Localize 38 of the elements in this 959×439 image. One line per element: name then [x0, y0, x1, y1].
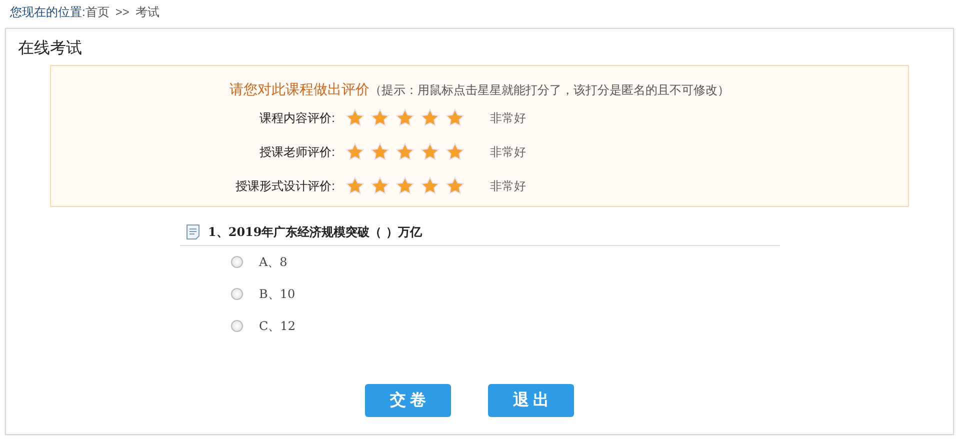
exit-button[interactable]: 退 出 [488, 384, 574, 417]
rating-heading: 请您对此课程做出评价 [230, 81, 370, 97]
star-icon[interactable] [420, 108, 440, 128]
star-icon[interactable] [395, 108, 415, 128]
option-label: A、8 [259, 254, 288, 271]
option-label: C、12 [259, 318, 296, 335]
submit-button[interactable]: 交 卷 [365, 384, 451, 417]
document-icon [186, 224, 200, 240]
star-icon[interactable] [420, 176, 440, 196]
star-icon[interactable] [445, 142, 465, 162]
star-icon[interactable] [370, 176, 390, 196]
breadcrumb-separator: >> [115, 5, 130, 19]
location-label: 您现在的位置: [10, 5, 86, 19]
star-icon[interactable] [370, 142, 390, 162]
breadcrumb-current: 考试 [135, 5, 160, 19]
star-icon[interactable] [345, 142, 365, 162]
star-icon[interactable] [395, 176, 415, 196]
star-icon[interactable] [345, 176, 365, 196]
radio-button[interactable] [231, 288, 243, 300]
star-icon[interactable] [445, 176, 465, 196]
star-icon[interactable] [345, 108, 365, 128]
rating-label: 课程内容评价: [258, 110, 335, 127]
star-icon[interactable] [395, 142, 415, 162]
star-icon[interactable] [370, 108, 390, 128]
star-icon[interactable] [445, 108, 465, 128]
rating-reading: 非常好 [490, 144, 526, 161]
rating-reading: 非常好 [490, 178, 526, 195]
star-icon[interactable] [420, 142, 440, 162]
rating-label: 授课形式设计评价: [234, 178, 335, 195]
breadcrumb-link[interactable]: 首页 [85, 5, 110, 19]
rating-reading: 非常好 [490, 110, 526, 127]
radio-button[interactable] [231, 256, 243, 268]
rating-label: 授课老师评价: [258, 144, 335, 161]
question-text: 1、2019年广东经济规模突破（ ）万亿 [208, 224, 422, 240]
radio-button[interactable] [231, 320, 243, 332]
rating-hint: （提示：用鼠标点击星星就能打分了，该打分是匿名的且不可修改） [370, 83, 730, 97]
option-label: B、10 [259, 286, 296, 303]
panel-title: 在线考试 [17, 38, 83, 59]
